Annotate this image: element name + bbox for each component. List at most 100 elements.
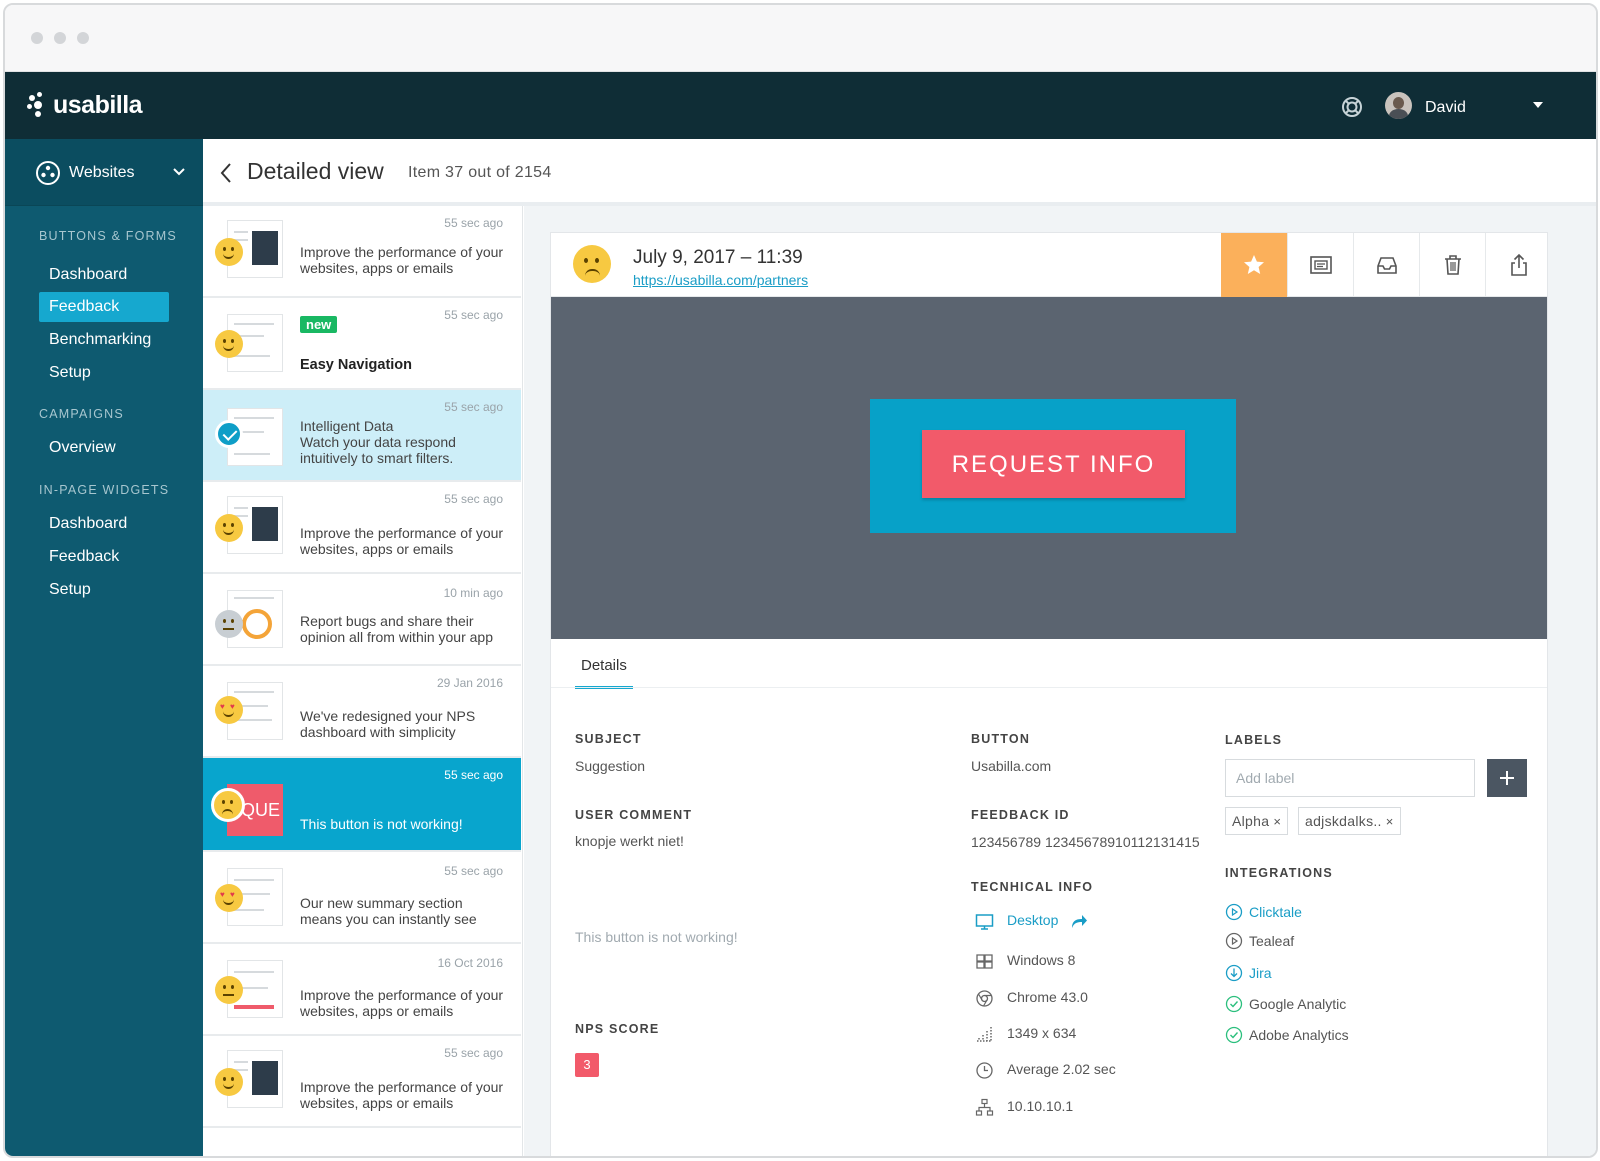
- button-label: BUTTON: [971, 732, 1031, 746]
- feedback-text: Our new summary section means you can in…: [300, 895, 477, 927]
- sidebar-item-setup[interactable]: Setup: [39, 358, 169, 388]
- sidebar-section-campaigns: CAMPAIGNS: [39, 407, 124, 421]
- add-label-input[interactable]: [1225, 759, 1475, 797]
- trash-icon: [1445, 255, 1461, 275]
- nps-score-badge: 3: [575, 1053, 599, 1077]
- label-chip-adjskdalks[interactable]: adjskdalks.. ×: [1298, 807, 1401, 835]
- sidebar-item-widget-feedback[interactable]: Feedback: [39, 542, 169, 572]
- list-item[interactable]: QUE 55 sec ago This button is not workin…: [203, 758, 521, 852]
- feedback-text: This button is not working!: [300, 816, 463, 832]
- integrations-label: INTEGRATIONS: [1225, 866, 1333, 880]
- redirect-arrow-icon[interactable]: [1069, 912, 1088, 931]
- user-avatar[interactable]: [1385, 92, 1412, 119]
- integration-name: Adobe Analytics: [1249, 1027, 1349, 1043]
- sidebar-item-benchmarking[interactable]: Benchmarking: [39, 325, 169, 355]
- chrome-browser-icon: [976, 990, 993, 1007]
- feedback-detail-card: July 9, 2017 – 11:39 https://usabilla.co…: [550, 232, 1551, 1156]
- feedback-time: 55 sec ago: [444, 216, 503, 230]
- list-item[interactable]: 16 Oct 2016 Improve the performance of y…: [203, 944, 521, 1036]
- list-item[interactable]: new 55 sec ago Easy Navigation: [203, 298, 521, 390]
- neutral-face-mood-icon: [215, 976, 243, 1004]
- label-chip-alpha[interactable]: Alpha ×: [1225, 807, 1289, 835]
- app-window: usabilla David Websites BUTTONS & FORMS …: [3, 3, 1598, 1158]
- list-item[interactable]: 10 min ago Report bugs and share their o…: [203, 574, 521, 666]
- list-item[interactable]: ♥ ♥ 29 Jan 2016 We've redesigned your NPS…: [203, 666, 521, 758]
- user-comment-value: knopje werkt niet!: [575, 833, 684, 849]
- window-close-dot[interactable]: [31, 32, 43, 44]
- remove-label-icon[interactable]: ×: [1386, 814, 1394, 829]
- nps-score-label: NPS SCORE: [575, 1022, 660, 1036]
- list-item[interactable]: 55 sec ago Improve the performance of yo…: [203, 1036, 521, 1128]
- remove-label-icon[interactable]: ×: [1273, 814, 1281, 829]
- desktop-icon: [975, 914, 994, 930]
- integration-name: Google Analytic: [1249, 996, 1347, 1012]
- windows-icon: [976, 954, 993, 969]
- screenshot-button[interactable]: [1287, 233, 1353, 297]
- sidebar-item-dashboard[interactable]: Dashboard: [39, 260, 169, 290]
- label-chip-text: Alpha: [1232, 813, 1270, 829]
- add-label-button[interactable]: [1487, 759, 1527, 797]
- tech-browser-value: Chrome 43.0: [1007, 989, 1088, 1005]
- happy-mood-icon: [215, 330, 243, 358]
- item-counter: Item 37 out of 2154: [408, 164, 552, 181]
- list-item[interactable]: 55 sec ago Improve the performance of yo…: [203, 482, 521, 574]
- integration-name[interactable]: Jira: [1249, 965, 1272, 981]
- list-item[interactable]: ♥ ♥ 55 sec ago Our new summary section me…: [203, 852, 521, 944]
- tech-ip-value: 10.10.10.1: [1007, 1098, 1074, 1114]
- feedback-time: 55 sec ago: [444, 1046, 503, 1060]
- feedback-screenshot[interactable]: REQUEST INFO: [551, 297, 1547, 639]
- window-minimize-dot[interactable]: [54, 32, 66, 44]
- list-item[interactable]: 55 sec ago Intelligent Data Watch your d…: [203, 390, 521, 482]
- archive-button[interactable]: [1353, 233, 1419, 297]
- screenshot-highlight-frame: REQUEST INFO: [870, 399, 1236, 533]
- tech-os-value: Windows 8: [1007, 952, 1076, 968]
- sidebar-item-widget-setup[interactable]: Setup: [39, 575, 169, 605]
- feedback-date: July 9, 2017 – 11:39: [633, 247, 803, 268]
- tech-device-link[interactable]: Desktop: [1007, 912, 1058, 928]
- integration-name: Tealeaf: [1249, 933, 1295, 949]
- sidebar-item-feedback[interactable]: Feedback: [39, 292, 169, 322]
- share-button[interactable]: [1485, 233, 1551, 297]
- sidebar-item-widget-dashboard[interactable]: Dashboard: [39, 509, 169, 539]
- heart-eyes-mood-icon: ♥ ♥: [215, 884, 243, 912]
- feedback-text: Improve the performance of your websites…: [300, 1079, 504, 1111]
- sidebar: Websites BUTTONS & FORMS Dashboard Feedb…: [5, 139, 203, 1156]
- list-item[interactable]: 55 sec ago Improve the performance of yo…: [203, 206, 521, 298]
- happy-mood-icon: [215, 1068, 243, 1096]
- workspace-selector[interactable]: Websites: [5, 139, 203, 206]
- resolution-icon: [977, 1027, 992, 1042]
- integration-name[interactable]: Clicktale: [1249, 904, 1302, 920]
- star-button[interactable]: [1221, 233, 1287, 297]
- top-bar: usabilla David: [5, 72, 1596, 139]
- brand-logo[interactable]: usabilla: [27, 90, 143, 120]
- share-icon: [1511, 253, 1527, 276]
- happy-mood-icon: [215, 514, 243, 542]
- lifebuoy-help-icon[interactable]: [1341, 96, 1363, 118]
- feedback-time: 10 min ago: [443, 586, 503, 600]
- back-arrow-icon[interactable]: [219, 161, 233, 185]
- sad-mood-icon: [573, 245, 611, 283]
- detail-panel: July 9, 2017 – 11:39 https://usabilla.co…: [524, 206, 1596, 1156]
- user-comment-label: USER COMMENT: [575, 808, 693, 822]
- feedback-time: 16 Oct 2016: [437, 956, 503, 970]
- feedback-text: Improve the performance of your websites…: [300, 244, 504, 276]
- screenshot-icon: [1310, 256, 1332, 274]
- sidebar-item-overview[interactable]: Overview: [39, 433, 169, 463]
- workspace-icon: [36, 161, 60, 185]
- feedback-url-link[interactable]: https://usabilla.com/partners: [633, 272, 808, 288]
- brand-name: usabilla: [53, 90, 143, 119]
- user-name[interactable]: David: [1425, 99, 1466, 117]
- check-circle-icon: [1225, 995, 1243, 1013]
- feedback-time: 55 sec ago: [444, 768, 503, 782]
- tab-divider: [551, 687, 1547, 688]
- button-value: Usabilla.com: [971, 758, 1052, 774]
- selected-check-icon[interactable]: [215, 420, 243, 448]
- label-chip-text: adjskdalks..: [1305, 813, 1382, 829]
- user-menu-caret-icon[interactable]: [1533, 102, 1543, 108]
- delete-button[interactable]: [1419, 233, 1485, 297]
- window-zoom-dot[interactable]: [77, 32, 89, 44]
- feedback-text: Intelligent Data Watch your data respond…: [300, 418, 456, 466]
- feedback-time: 55 sec ago: [444, 492, 503, 506]
- tab-details[interactable]: Details: [575, 657, 633, 689]
- feedback-list: 55 sec ago Improve the performance of yo…: [203, 206, 523, 1156]
